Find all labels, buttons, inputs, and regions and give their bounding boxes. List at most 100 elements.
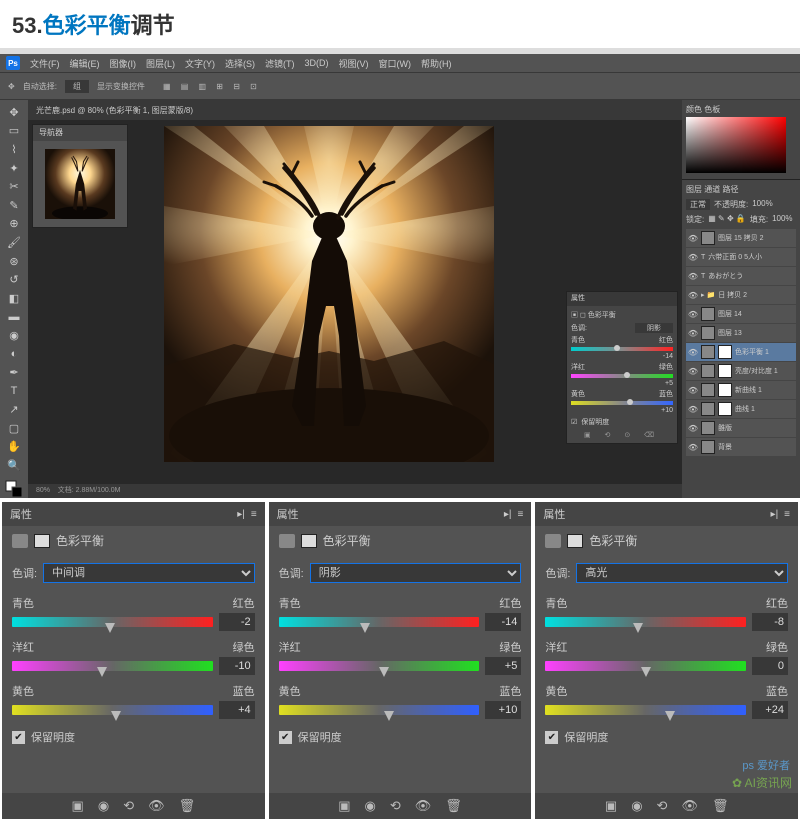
menu-image[interactable]: 图像(I) [110,57,137,70]
slider-knob[interactable] [97,667,107,677]
menu-layer[interactable]: 图层(L) [146,57,175,70]
panel-tab[interactable]: 属性 [10,506,32,522]
tone-select[interactable]: 中间调 [43,563,255,583]
menu-3d[interactable]: 3D(D) [305,58,329,68]
layer-row[interactable]: 👁图层 14 [686,305,796,323]
slider-knob[interactable] [111,711,121,721]
layer-row[interactable]: 👁雒版 [686,419,796,437]
slider-value-input[interactable] [485,613,521,631]
layer-row[interactable]: 👁T六带正面 0 5人小 [686,248,796,266]
visibility-icon[interactable]: 👁 [688,233,698,243]
layer-row[interactable]: 👁▸ 📁日 拷贝 2 [686,286,796,304]
visibility-icon[interactable]: 👁 [688,309,698,319]
pen-tool-icon[interactable]: ✒ [4,364,24,381]
layer-row[interactable]: 👁Tあおがとう [686,267,796,285]
delete-icon[interactable]: 🗑 [712,798,729,814]
visibility-icon[interactable]: 👁 [688,404,698,414]
tone-select[interactable]: 阴影 [310,563,522,583]
auto-select-dropdown[interactable]: 组 [65,80,89,93]
wand-tool-icon[interactable]: ✦ [4,160,24,177]
show-transform-checkbox[interactable]: 显示变换控件 [97,81,145,92]
color-tabs[interactable]: 颜色 色板 [686,104,796,115]
hand-tool-icon[interactable]: ✋ [4,439,24,456]
slider-track[interactable] [12,617,213,627]
menu-filter[interactable]: 滤镜(T) [265,57,295,70]
prev-icon[interactable]: ◉ [631,798,642,814]
navigator-thumbnail[interactable] [33,141,127,227]
eyedropper-tool-icon[interactable]: ✎ [4,197,24,214]
path-tool-icon[interactable]: ↗ [4,402,24,419]
layer-row[interactable]: 👁新曲线 1 [686,381,796,399]
visibility-icon[interactable]: 👁 [688,423,698,433]
zoom-tool-icon[interactable]: 🔍 [4,457,24,474]
move-tool-icon[interactable]: ✥ [4,104,24,121]
visibility-icon[interactable]: 👁 [688,442,698,452]
lasso-tool-icon[interactable]: ⌇ [4,141,24,158]
crop-tool-icon[interactable]: ✂ [4,178,24,195]
visibility-icon[interactable]: 👁 [415,798,432,814]
delete-icon[interactable]: 🗑 [445,798,462,814]
brush-tool-icon[interactable]: 🖌 [4,234,24,251]
slider-knob[interactable] [384,711,394,721]
blur-tool-icon[interactable]: ◉ [4,327,24,344]
reset-icon[interactable]: ⟲ [123,798,134,814]
eraser-tool-icon[interactable]: ◧ [4,290,24,307]
menu-file[interactable]: 文件(F) [30,57,60,70]
heal-tool-icon[interactable]: ⊕ [4,216,24,233]
prev-icon[interactable]: ◉ [98,798,109,814]
clip-icon[interactable]: ▣ [338,798,350,814]
slider-track[interactable] [279,617,480,627]
visibility-icon[interactable]: 👁 [688,290,698,300]
visibility-icon[interactable]: 👁 [688,328,698,338]
floating-tone-select[interactable]: 阴影 [635,323,673,333]
visibility-icon[interactable]: 👁 [681,798,698,814]
zoom-level[interactable]: 80% [36,487,50,494]
layer-row[interactable]: 👁图层 13 [686,324,796,342]
menu-edit[interactable]: 编辑(E) [70,57,100,70]
gradient-tool-icon[interactable]: ▬ [4,309,24,326]
slider-value-input[interactable] [485,701,521,719]
color-panel[interactable]: 颜色 色板 [682,100,800,180]
blend-mode-select[interactable]: 正常 [686,199,710,210]
menu-select[interactable]: 选择(S) [225,57,255,70]
menu-type[interactable]: 文字(Y) [185,57,215,70]
slider-value-input[interactable] [752,613,788,631]
layer-row[interactable]: 👁曲线 1 [686,400,796,418]
type-tool-icon[interactable]: T [4,383,24,400]
menu-icon[interactable]: ≡ [518,509,524,520]
slider-knob[interactable] [105,623,115,633]
visibility-icon[interactable]: 👁 [688,347,698,357]
collapse-icon[interactable]: ▸| [771,509,779,520]
visibility-icon[interactable]: 👁 [148,798,165,814]
slider-track[interactable] [279,661,480,671]
slider-value-input[interactable] [219,613,255,631]
document-tab[interactable]: 光芒鹿.psd @ 80% (色彩平衡 1, 图层蒙版/8) [28,100,682,120]
visibility-icon[interactable]: 👁 [688,385,698,395]
preserve-luminosity-checkbox[interactable]: ✔保留明度 [545,729,788,745]
reset-icon[interactable]: ⟲ [390,798,401,814]
visibility-icon[interactable]: 👁 [688,252,698,262]
check-icon[interactable]: ☑ [571,418,577,426]
slider-track[interactable] [12,661,213,671]
slider-knob[interactable] [379,667,389,677]
panel-tab[interactable]: 属性 [543,506,565,522]
reset-icon[interactable]: ⟲ [657,798,668,814]
panel-tab[interactable]: 属性 [277,506,299,522]
menu-icon[interactable]: ≡ [251,509,257,520]
slider-value-input[interactable] [485,657,521,675]
prev-icon[interactable]: ◉ [365,798,376,814]
document-canvas[interactable] [164,126,494,462]
menu-window[interactable]: 窗口(W) [379,57,412,70]
visibility-icon[interactable]: 👁 [688,366,698,376]
delete-icon[interactable]: 🗑 [179,798,196,814]
slider-knob[interactable] [665,711,675,721]
collapse-icon[interactable]: ▸| [237,509,245,520]
layer-row[interactable]: 👁背景 [686,438,796,456]
menu-icon[interactable]: ≡ [784,509,790,520]
menu-help[interactable]: 帮助(H) [421,57,452,70]
stamp-tool-icon[interactable]: ⊛ [4,253,24,270]
slider-knob[interactable] [360,623,370,633]
layers-tabs[interactable]: 图层 通道 路径 [686,184,796,195]
collapse-icon[interactable]: ▸| [504,509,512,520]
layer-row[interactable]: 👁亮度/对比度 1 [686,362,796,380]
